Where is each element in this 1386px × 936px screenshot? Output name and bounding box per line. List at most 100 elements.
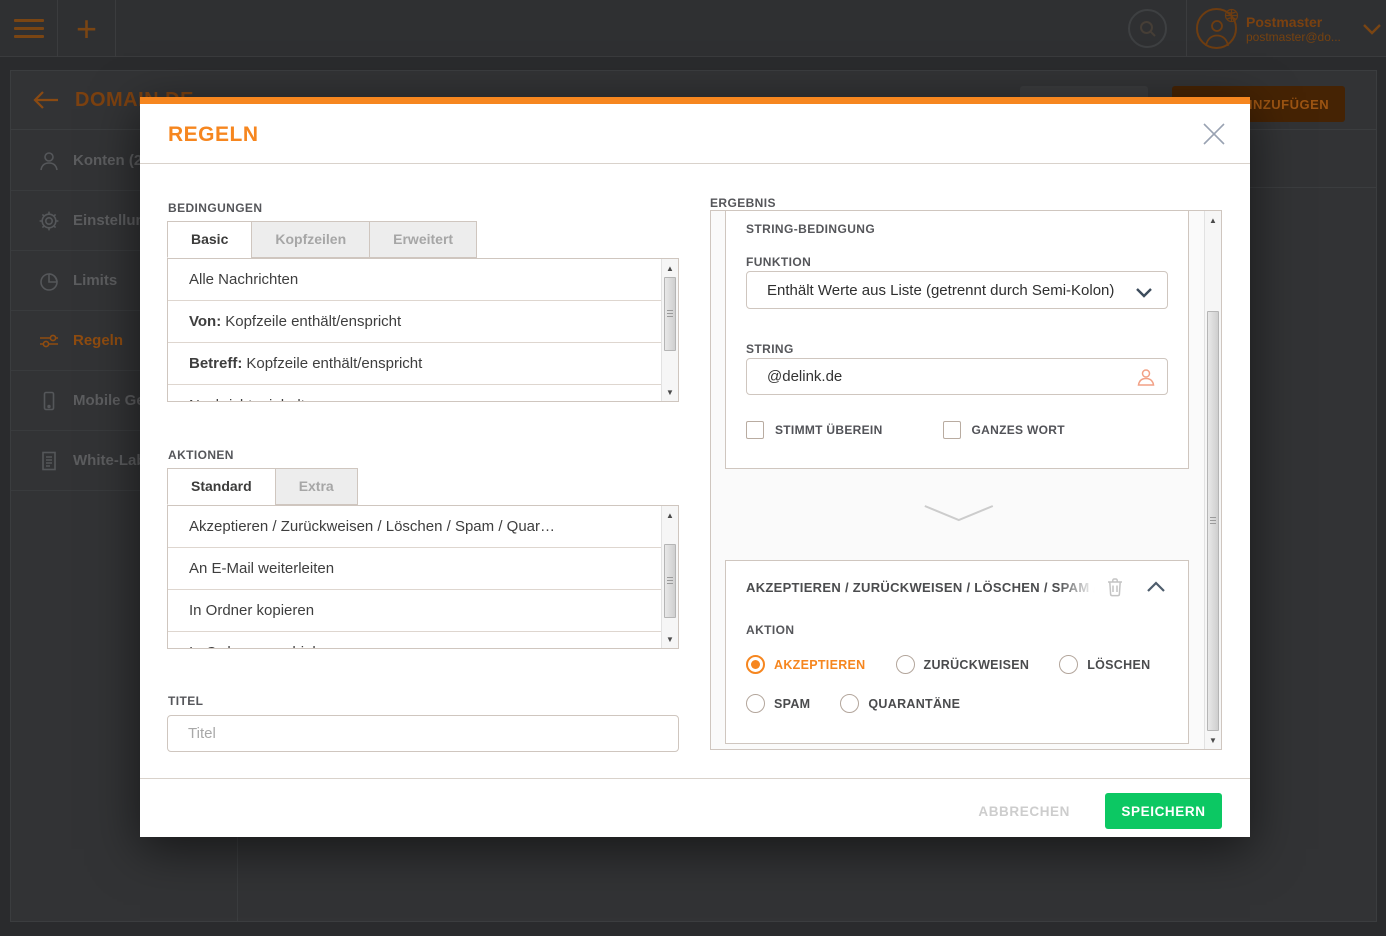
- radio-icon: [840, 694, 859, 713]
- topbar-divider: [1186, 0, 1187, 57]
- user-info: Postmaster postmaster@do...: [1246, 14, 1358, 44]
- list-item[interactable]: In Ordner kopieren: [168, 590, 678, 632]
- tab-standard[interactable]: Standard: [167, 468, 276, 505]
- scroll-up-icon[interactable]: ▲: [662, 260, 678, 276]
- item-text: In Ordner verschieben: [189, 644, 337, 649]
- list-item[interactable]: Akzeptieren / Zurückweisen / Löschen / S…: [168, 506, 678, 548]
- radio-label: QUARANTÄNE: [868, 697, 960, 711]
- list-item[interactable]: Von:Kopfzeile enthält/enspricht: [168, 301, 678, 343]
- list-item[interactable]: In Ordner verschieben: [168, 632, 678, 649]
- string-field-wrap: [746, 358, 1168, 395]
- radio-label: AKZEPTIEREN: [774, 658, 866, 672]
- radio-row: SPAM QUARANTÄNE: [746, 694, 990, 713]
- list-item[interactable]: Betreff:Kopfzeile enthält/enspricht: [168, 343, 678, 385]
- item-text: Kopfzeile enthält/enspricht: [225, 313, 401, 330]
- string-input[interactable]: [746, 358, 1168, 395]
- chevron-down-icon: [1362, 23, 1382, 35]
- item-prefix: Betreff:: [189, 355, 242, 372]
- footer-divider: [140, 778, 1250, 779]
- radio-icon: [746, 655, 765, 674]
- search-icon: [1139, 20, 1157, 38]
- scroll-up-icon[interactable]: ▲: [662, 507, 678, 523]
- action-card-header: AKZEPTIEREN / ZURÜCKWEISEN / LÖSCHEN / S…: [746, 575, 1174, 599]
- topbar: + Postmaster postmaster@do...: [0, 0, 1386, 57]
- stimmt-ueberein-checkbox[interactable]: [746, 421, 764, 439]
- radio-akzeptieren[interactable]: AKZEPTIEREN: [746, 655, 866, 674]
- list-item[interactable]: Nachrichteninhalt: [168, 385, 678, 402]
- radio-icon: [896, 655, 915, 674]
- flow-chevron-icon: [923, 503, 995, 523]
- string-label: STRING: [746, 342, 794, 356]
- ganzes-wort-checkbox[interactable]: [943, 421, 961, 439]
- back-arrow-icon[interactable]: [33, 90, 59, 110]
- tab-extra[interactable]: Extra: [275, 468, 358, 505]
- tab-kopfzeilen[interactable]: Kopfzeilen: [251, 221, 370, 258]
- table-divider: [1250, 187, 1377, 188]
- string-condition-card: STRING-BEDINGUNG FUNKTION Enthält Werte …: [725, 211, 1189, 469]
- tab-erweitert[interactable]: Erweitert: [369, 221, 477, 258]
- scrollbar-thumb[interactable]: [664, 544, 676, 618]
- save-button[interactable]: SPEICHERN: [1105, 793, 1222, 829]
- phone-icon: [37, 389, 61, 413]
- titel-input[interactable]: [167, 715, 679, 752]
- user-menu[interactable]: Postmaster postmaster@do...: [1192, 0, 1386, 57]
- radio-icon: [746, 694, 765, 713]
- add-button[interactable]: +: [58, 0, 116, 57]
- bedingungen-label: BEDINGUNGEN: [168, 201, 262, 215]
- scrollbar-thumb[interactable]: [1207, 311, 1219, 731]
- search-button[interactable]: [1128, 9, 1167, 48]
- aktionen-label: AKTIONEN: [168, 448, 234, 462]
- funktion-select[interactable]: Enthält Werte aus Liste (getrennt durch …: [746, 271, 1168, 309]
- close-icon: [1201, 121, 1227, 147]
- chevron-up-icon[interactable]: [1146, 581, 1166, 593]
- radio-quarantaene[interactable]: QUARANTÄNE: [840, 694, 960, 713]
- user-name: Postmaster: [1246, 14, 1358, 30]
- result-panel: STRING-BEDINGUNG FUNKTION Enthält Werte …: [710, 210, 1222, 750]
- list-item[interactable]: Alle Nachrichten: [168, 259, 678, 301]
- scrollbar[interactable]: ▲ ▼: [1204, 211, 1221, 749]
- string-bedingung-title: STRING-BEDINGUNG: [746, 222, 875, 236]
- scroll-down-icon[interactable]: ▼: [662, 384, 678, 400]
- radio-label: LÖSCHEN: [1087, 658, 1150, 672]
- avatar: [1196, 8, 1237, 49]
- item-text: An E-Mail weiterleiten: [189, 560, 334, 577]
- actions-list: Akzeptieren / Zurückweisen / Löschen / S…: [167, 505, 679, 649]
- scrollbar[interactable]: ▲ ▼: [661, 259, 678, 401]
- scroll-down-icon[interactable]: ▼: [1205, 732, 1221, 748]
- radio-row: AKZEPTIEREN ZURÜCKWEISEN LÖSCHEN: [746, 655, 1180, 674]
- scrollbar[interactable]: ▲ ▼: [661, 506, 678, 648]
- funktion-label: FUNKTION: [746, 255, 811, 269]
- radio-spam[interactable]: SPAM: [746, 694, 810, 713]
- action-card: AKZEPTIEREN / ZURÜCKWEISEN / LÖSCHEN / S…: [725, 560, 1189, 744]
- radio-zurueckweisen[interactable]: ZURÜCKWEISEN: [896, 655, 1030, 674]
- list-item[interactable]: An E-Mail weiterleiten: [168, 548, 678, 590]
- menu-button[interactable]: [0, 0, 58, 57]
- item-text: In Ordner kopieren: [189, 602, 314, 619]
- item-text: Alle Nachrichten: [189, 271, 298, 288]
- item-text: Kopfzeile enthält/enspricht: [246, 355, 422, 372]
- radio-label: SPAM: [774, 697, 810, 711]
- item-prefix: Von:: [189, 313, 221, 330]
- globe-badge-icon: [1224, 8, 1239, 23]
- sliders-icon: [37, 329, 61, 353]
- document-icon: [37, 449, 61, 473]
- radio-label: ZURÜCKWEISEN: [924, 658, 1030, 672]
- scrollbar-thumb[interactable]: [664, 277, 676, 351]
- user-icon: [37, 149, 61, 173]
- tab-basic[interactable]: Basic: [167, 221, 252, 258]
- radio-loeschen[interactable]: LÖSCHEN: [1059, 655, 1150, 674]
- conditions-tabs: Basic Kopfzeilen Erweitert: [167, 221, 477, 258]
- checkbox-row: STIMMT ÜBEREIN GANZES WORT: [746, 421, 1065, 439]
- sidebar-item-label: Konten (2): [73, 152, 147, 169]
- close-button[interactable]: [1198, 118, 1230, 150]
- modal-title: REGELN: [168, 123, 259, 147]
- item-text: Nachrichteninhalt: [189, 397, 305, 402]
- delete-icon[interactable]: [1106, 577, 1124, 597]
- scroll-up-icon[interactable]: ▲: [1205, 212, 1221, 228]
- scroll-down-icon[interactable]: ▼: [662, 631, 678, 647]
- contact-picker-icon[interactable]: [1136, 367, 1156, 387]
- gear-icon: [37, 209, 61, 233]
- checkbox-label: GANZES WORT: [972, 423, 1065, 437]
- cancel-button[interactable]: ABBRECHEN: [978, 793, 1070, 829]
- user-email: postmaster@do...: [1246, 30, 1358, 44]
